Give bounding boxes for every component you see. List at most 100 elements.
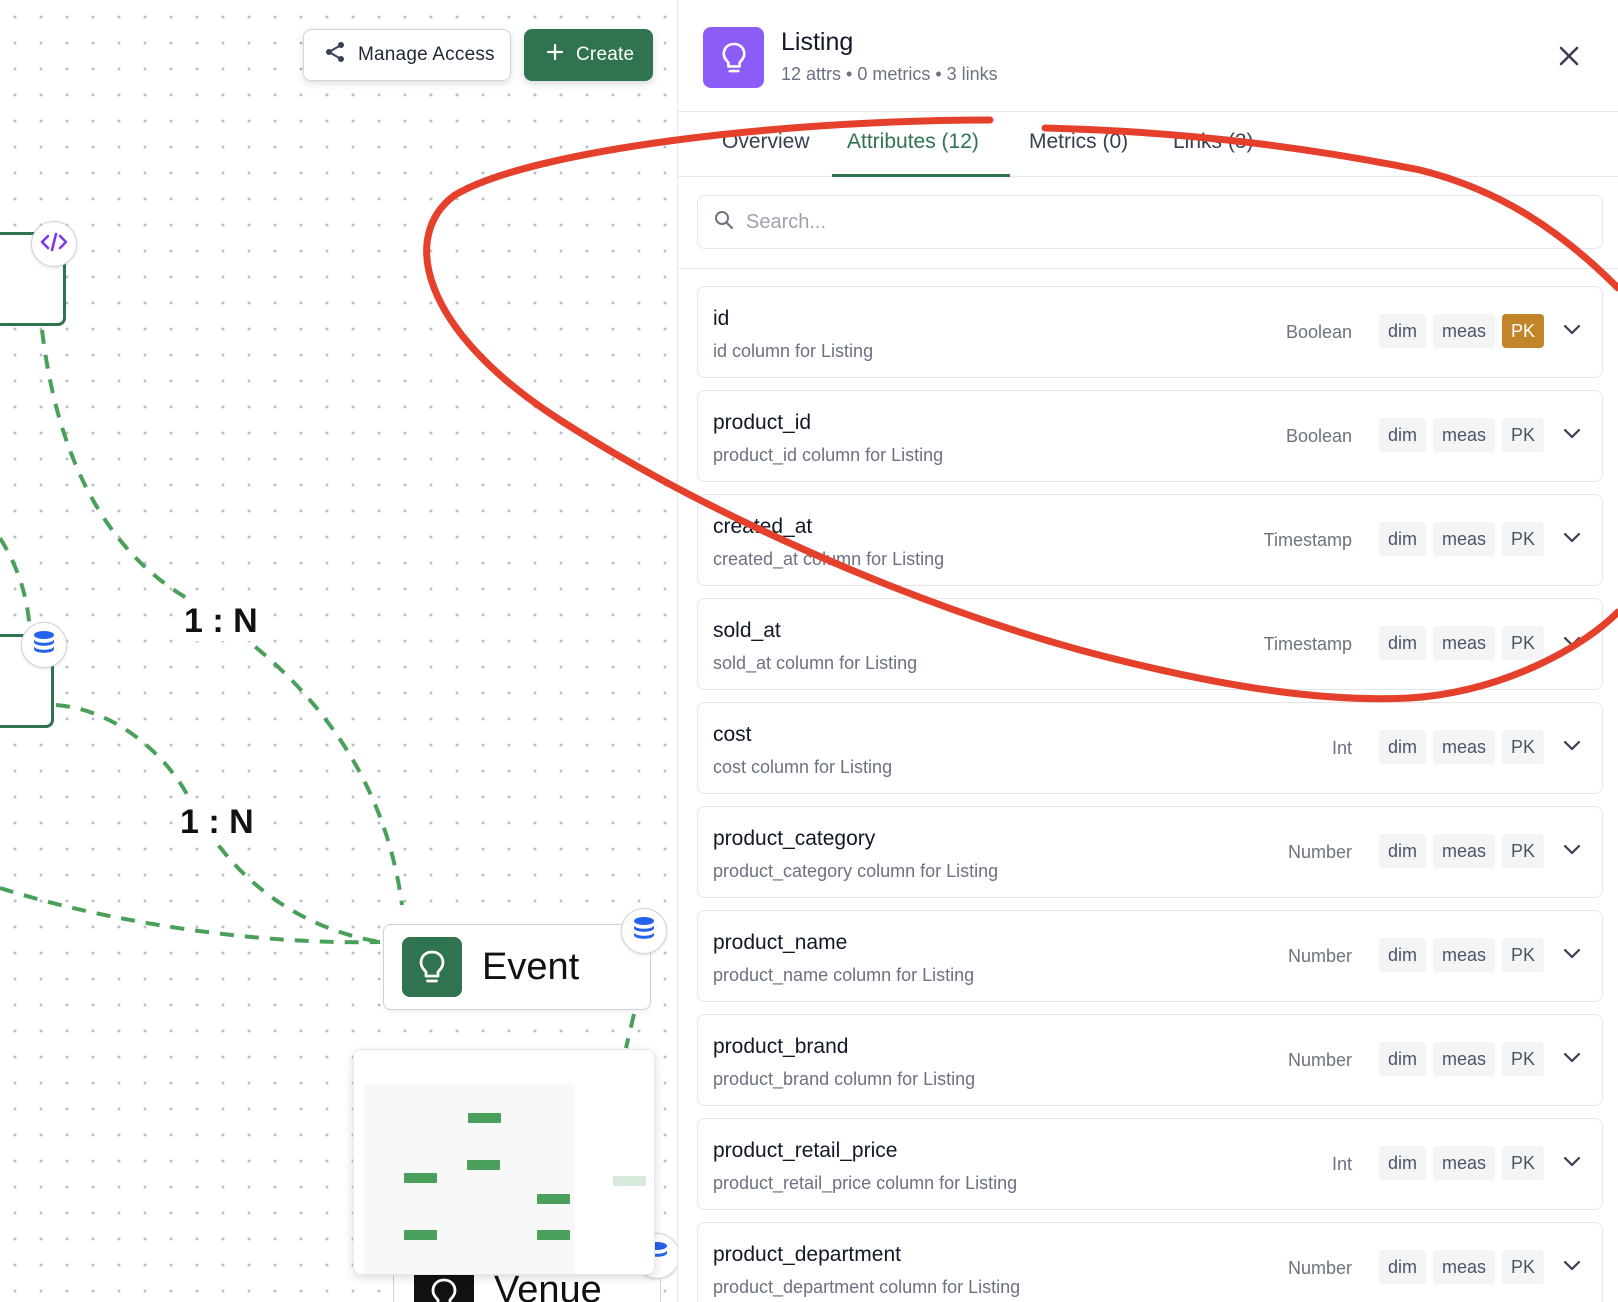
attribute-row[interactable]: id id column for Listing Boolean dim mea… xyxy=(697,286,1603,378)
tag-pk[interactable]: PK xyxy=(1501,626,1544,660)
attribute-tags: dim meas PK xyxy=(1378,1042,1544,1076)
attribute-row[interactable]: product_brand product_brand column for L… xyxy=(697,1014,1603,1106)
tag-meas[interactable]: meas xyxy=(1432,314,1495,348)
attribute-row[interactable]: product_department product_department co… xyxy=(697,1222,1603,1302)
tag-dim[interactable]: dim xyxy=(1378,938,1426,972)
attribute-row[interactable]: sold_at sold_at column for Listing Times… xyxy=(697,598,1603,690)
tag-meas[interactable]: meas xyxy=(1432,1146,1495,1180)
attribute-name: product_name xyxy=(713,931,848,954)
expand-button[interactable] xyxy=(1558,942,1586,970)
tag-dim[interactable]: dim xyxy=(1378,522,1426,556)
tag-dim[interactable]: dim xyxy=(1378,1146,1426,1180)
tag-dim[interactable]: dim xyxy=(1378,418,1426,452)
attribute-name: created_at xyxy=(713,515,813,538)
tag-pk[interactable]: PK xyxy=(1501,314,1544,348)
chevron-down-icon xyxy=(1563,947,1581,965)
tab-overview[interactable]: Overview xyxy=(722,130,810,154)
expand-button[interactable] xyxy=(1558,734,1586,762)
tag-meas[interactable]: meas xyxy=(1432,522,1495,556)
tag-pk[interactable]: PK xyxy=(1501,834,1544,868)
tag-pk[interactable]: PK xyxy=(1501,938,1544,972)
expand-button[interactable] xyxy=(1558,526,1586,554)
minimap[interactable] xyxy=(353,1049,655,1275)
expand-button[interactable] xyxy=(1558,422,1586,450)
tag-pk[interactable]: PK xyxy=(1501,418,1544,452)
expand-button[interactable] xyxy=(1558,838,1586,866)
attribute-name: product_department xyxy=(713,1243,901,1266)
attribute-row[interactable]: product_retail_price product_retail_pric… xyxy=(697,1118,1603,1210)
attribute-name: product_brand xyxy=(713,1035,849,1058)
tag-dim[interactable]: dim xyxy=(1378,314,1426,348)
attribute-description: cost column for Listing xyxy=(713,757,893,777)
search-box[interactable] xyxy=(697,195,1603,249)
create-label: Create xyxy=(576,44,635,65)
tag-meas[interactable]: meas xyxy=(1432,1250,1495,1284)
tag-dim[interactable]: dim xyxy=(1378,834,1426,868)
database-badge[interactable] xyxy=(621,908,667,954)
attribute-description: id column for Listing xyxy=(713,341,874,361)
attribute-row[interactable]: product_category product_category column… xyxy=(697,806,1603,898)
attribute-tags: dim meas PK xyxy=(1378,938,1544,972)
database-icon xyxy=(632,916,656,947)
minimap-node xyxy=(537,1230,570,1240)
attribute-description: product_department column for Listing xyxy=(713,1277,1021,1297)
tag-meas[interactable]: meas xyxy=(1432,834,1495,868)
chevron-down-icon xyxy=(1563,323,1581,341)
expand-button[interactable] xyxy=(1558,630,1586,658)
tag-meas[interactable]: meas xyxy=(1432,418,1495,452)
database-badge[interactable] xyxy=(21,622,67,668)
search-input[interactable] xyxy=(746,210,1566,234)
tab-links[interactable]: Links (3) xyxy=(1173,130,1254,154)
attribute-row[interactable]: cost cost column for Listing Int dim mea… xyxy=(697,702,1603,794)
tag-dim[interactable]: dim xyxy=(1378,1042,1426,1076)
expand-button[interactable] xyxy=(1558,1150,1586,1178)
graph-canvas[interactable]: 1 : N 1 : N Event Venue Manage Access Cr… xyxy=(0,0,677,1302)
attribute-type: Timestamp xyxy=(1263,530,1352,550)
tag-pk[interactable]: PK xyxy=(1501,1250,1544,1284)
attribute-row[interactable]: product_id product_id column for Listing… xyxy=(697,390,1603,482)
expand-button[interactable] xyxy=(1558,318,1586,346)
attribute-name: product_category xyxy=(713,827,876,850)
tag-pk[interactable]: PK xyxy=(1501,1042,1544,1076)
expand-button[interactable] xyxy=(1558,1254,1586,1282)
minimap-node xyxy=(468,1113,501,1123)
tag-pk[interactable]: PK xyxy=(1501,1146,1544,1180)
attribute-name: product_retail_price xyxy=(713,1139,898,1162)
attribute-type: Boolean xyxy=(1285,426,1352,446)
manage-access-button[interactable]: Manage Access xyxy=(303,29,511,81)
attribute-tags: dim meas PK xyxy=(1378,314,1544,348)
edge-event-to-venue xyxy=(624,1013,636,1049)
attribute-type: Number xyxy=(1287,1258,1352,1278)
tag-meas[interactable]: meas xyxy=(1432,938,1495,972)
attribute-type: Number xyxy=(1287,842,1352,862)
tag-dim[interactable]: dim xyxy=(1378,626,1426,660)
entity-node-event[interactable]: Event xyxy=(383,924,651,1010)
attribute-description: product_name column for Listing xyxy=(713,965,975,985)
tag-meas[interactable]: meas xyxy=(1432,626,1495,660)
attribute-row[interactable]: created_at created_at column for Listing… xyxy=(697,494,1603,586)
attribute-description: product_retail_price column for Listing xyxy=(713,1173,1018,1193)
attribute-type: Number xyxy=(1287,946,1352,966)
close-button[interactable] xyxy=(1553,42,1585,74)
tag-dim[interactable]: dim xyxy=(1378,1250,1426,1284)
tag-dim[interactable]: dim xyxy=(1378,730,1426,764)
attribute-type: Int xyxy=(1331,738,1352,758)
create-button[interactable]: Create xyxy=(524,29,653,81)
minimap-node xyxy=(537,1194,570,1204)
chevron-down-icon xyxy=(1563,531,1581,549)
database-icon xyxy=(32,630,56,661)
attribute-row[interactable]: product_name product_name column for Lis… xyxy=(697,910,1603,1002)
tab-attributes[interactable]: Attributes (12) xyxy=(847,130,979,154)
expand-button[interactable] xyxy=(1558,1046,1586,1074)
relation-label: 1 : N xyxy=(174,802,260,842)
code-badge[interactable] xyxy=(31,221,77,267)
tag-meas[interactable]: meas xyxy=(1432,1042,1495,1076)
tag-meas[interactable]: meas xyxy=(1432,730,1495,764)
tag-pk[interactable]: PK xyxy=(1501,730,1544,764)
tag-pk[interactable]: PK xyxy=(1501,522,1544,556)
panel-title: Listing xyxy=(781,28,854,56)
attribute-tags: dim meas PK xyxy=(1378,522,1544,556)
minimap-node xyxy=(404,1230,437,1240)
code-icon xyxy=(40,232,68,257)
tab-metrics[interactable]: Metrics (0) xyxy=(1029,130,1128,154)
